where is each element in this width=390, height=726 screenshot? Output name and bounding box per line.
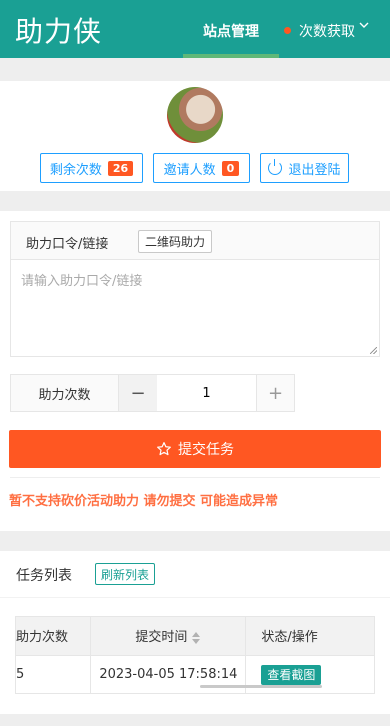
qr-assist-button[interactable]: 二维码助力 xyxy=(138,230,213,253)
remaining-credits-button[interactable]: 剩余次数 26 xyxy=(40,153,143,183)
view-screenshot-button[interactable]: 查看截图 xyxy=(261,664,322,685)
logout-button[interactable]: 退出登陆 xyxy=(260,153,349,183)
remaining-credits-badge: 26 xyxy=(107,160,134,176)
task-table: 助力次数 提交时间 状态/操作 5 2023-04-05 17:58:14 查看… xyxy=(16,617,374,693)
user-card: 剩余次数 26 邀请人数 0 退出登陆 xyxy=(0,81,390,191)
count-stepper-row: 助力次数 − + xyxy=(10,374,295,412)
column-header-count: 助力次数 xyxy=(16,617,92,656)
nav-site-management[interactable]: 站点管理 xyxy=(183,0,279,58)
table-header-row: 助力次数 提交时间 状态/操作 xyxy=(16,617,374,656)
column-header-time-label: 提交时间 xyxy=(135,630,188,646)
column-header-status: 状态/操作 xyxy=(245,617,374,656)
code-input-box: 助力口令/链接 二维码助力 xyxy=(10,221,380,357)
decrement-button[interactable]: − xyxy=(119,375,157,411)
notification-dot xyxy=(284,27,291,34)
task-list-card: 任务列表 刷新列表 助力次数 提交时间 状态/操作 5 2023-04-05 1… xyxy=(0,551,390,714)
task-list-title: 任务列表 xyxy=(16,568,72,584)
refresh-list-button[interactable]: 刷新列表 xyxy=(95,563,156,585)
count-label: 助力次数 xyxy=(11,375,119,411)
warning-text: 暂不支持砍价活动助力 请勿提交 可能造成异常 xyxy=(9,494,279,509)
top-navbar: 助力侠 站点管理 次数获取 xyxy=(0,0,390,58)
submit-task-button[interactable]: 提交任务 xyxy=(9,430,381,468)
avatar xyxy=(167,87,223,143)
assist-form-card: 助力口令/链接 二维码助力 助力次数 − + 提交任务 暂不支持砍价活动助力 请… xyxy=(0,211,390,531)
count-input[interactable] xyxy=(157,375,256,411)
divider xyxy=(0,597,390,598)
column-header-time[interactable]: 提交时间 xyxy=(90,617,247,656)
remaining-credits-label: 剩余次数 xyxy=(49,162,102,178)
submit-task-label: 提交任务 xyxy=(178,442,234,458)
divider xyxy=(10,477,380,478)
invited-users-label: 邀请人数 xyxy=(163,162,216,178)
star-icon xyxy=(157,442,171,456)
task-table-viewport[interactable]: 助力次数 提交时间 状态/操作 5 2023-04-05 17:58:14 查看… xyxy=(15,616,375,694)
chevron-down-icon[interactable] xyxy=(358,19,370,35)
power-icon xyxy=(268,159,283,175)
invited-users-button[interactable]: 邀请人数 0 xyxy=(153,153,250,183)
cell-count: 5 xyxy=(16,655,92,693)
invited-users-badge: 0 xyxy=(221,160,240,176)
logout-label: 退出登陆 xyxy=(288,162,341,178)
code-input-header: 助力口令/链接 二维码助力 xyxy=(11,222,379,260)
resize-handle-icon[interactable] xyxy=(370,347,377,354)
horizontal-scrollbar[interactable] xyxy=(200,685,322,688)
sort-icon[interactable] xyxy=(192,631,201,644)
code-label: 助力口令/链接 xyxy=(26,237,109,252)
increment-button[interactable]: + xyxy=(256,375,294,411)
nav-active-indicator xyxy=(183,54,279,58)
brand-logo: 助力侠 xyxy=(15,15,103,48)
code-textarea[interactable] xyxy=(11,260,379,356)
nav-site-management-label: 站点管理 xyxy=(203,24,259,40)
nav-get-credits[interactable]: 次数获取 xyxy=(299,21,355,41)
